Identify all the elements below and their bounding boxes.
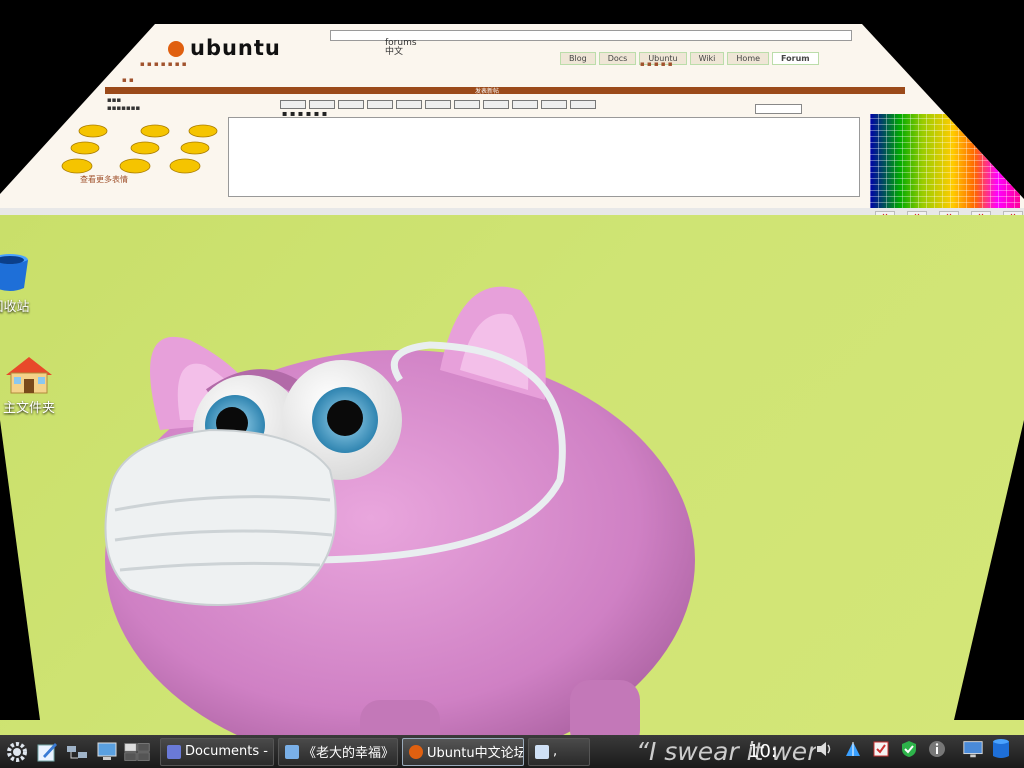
breadcrumb[interactable]: ▪ ▪ xyxy=(122,76,134,84)
kde-menu-button[interactable] xyxy=(4,739,30,765)
desktop-pager[interactable] xyxy=(124,739,150,765)
url-button[interactable] xyxy=(541,100,567,109)
nav-links-line[interactable]: ▪ ▪ ▪ ▪ ▪ ▪ ▪ xyxy=(140,60,187,68)
message-textarea[interactable] xyxy=(228,117,860,197)
computer-icon xyxy=(97,742,117,760)
pager-icon xyxy=(124,742,150,761)
tab-docs[interactable]: Docs xyxy=(598,52,637,65)
ubuntu-circle-icon xyxy=(168,41,184,57)
task-label: Documents - D xyxy=(185,744,274,759)
quote-applet: “I swear it were xyxy=(636,737,816,766)
task-label: , xyxy=(553,744,558,759)
home-folder-icon xyxy=(6,357,52,394)
list-button[interactable] xyxy=(425,100,451,109)
folder-icon xyxy=(285,744,299,759)
bbcode-toolbar xyxy=(280,100,596,109)
monitor-icon[interactable] xyxy=(962,738,984,760)
pig-wallpaper-image xyxy=(104,286,695,735)
cube-app-icon xyxy=(167,744,181,759)
list-ordered-button[interactable] xyxy=(454,100,480,109)
network-icon xyxy=(67,745,87,758)
desktop-icon-home[interactable]: 主文件夹 xyxy=(2,355,56,416)
post-sidebar-text: ▪▪▪ ▪▪▪▪▪▪▪ xyxy=(107,96,141,112)
updates-icon[interactable] xyxy=(870,738,892,760)
insert-button[interactable] xyxy=(570,100,596,109)
forums-subtitle: 中文 xyxy=(385,47,404,57)
task-label: 《老大的幸福》 xyxy=(303,746,395,761)
bold-button[interactable] xyxy=(280,100,306,109)
user-links-line[interactable]: ▪ ▪ ▪ ▪ ▪ xyxy=(640,60,673,68)
network-launcher[interactable] xyxy=(64,739,90,765)
quote-button[interactable] xyxy=(367,100,393,109)
cube-edge-right xyxy=(954,420,1024,720)
task-firefox[interactable]: Ubuntu中文论坛 xyxy=(402,737,524,766)
editor-launcher[interactable] xyxy=(34,739,60,765)
tab-blog[interactable]: Blog xyxy=(560,52,596,65)
task-label: Ubuntu中文论坛 xyxy=(427,746,524,761)
tab-forum[interactable]: Forum xyxy=(772,52,819,65)
code-button[interactable] xyxy=(396,100,422,109)
more-smilies-link[interactable]: 查看更多表情 xyxy=(80,174,128,185)
cube-edge-left xyxy=(0,420,40,720)
desktop-icon-trash[interactable]: 回收站 xyxy=(0,250,32,315)
post-header-bar: 发表新帖 xyxy=(105,87,905,95)
ubuntu-logo[interactable]: ubuntu xyxy=(168,36,281,60)
window-bottom-strip xyxy=(0,208,1024,216)
browser-window[interactable]: ubuntu forums 中文 Blog Docs Ubuntu Wiki Ho… xyxy=(0,24,1024,219)
site-tabs: Blog Docs Ubuntu Wiki Home Forum xyxy=(560,52,819,65)
shield-icon[interactable] xyxy=(898,738,920,760)
desktop-icon-label: 回收站 xyxy=(0,300,30,315)
image-button[interactable] xyxy=(512,100,538,109)
computer-launcher[interactable] xyxy=(94,739,120,765)
desktop-wallpaper[interactable]: 回收站 主文件夹 xyxy=(0,215,1024,735)
font-size-select[interactable] xyxy=(755,104,802,114)
tab-home[interactable]: Home xyxy=(727,52,770,65)
network-icon[interactable] xyxy=(842,738,864,760)
list-item-button[interactable] xyxy=(483,100,509,109)
forums-label: forums 中文 xyxy=(385,39,417,57)
task-folder[interactable]: 《老大的幸福》 xyxy=(278,737,398,766)
tab-wiki[interactable]: Wiki xyxy=(689,52,725,65)
trash-icon xyxy=(0,254,28,291)
firefox-icon xyxy=(409,744,423,759)
gear-icon xyxy=(7,741,27,762)
storage-icon[interactable] xyxy=(990,738,1012,760)
italic-button[interactable] xyxy=(309,100,335,109)
dialog-icon xyxy=(535,744,549,759)
volume-icon[interactable] xyxy=(814,738,836,760)
underline-button[interactable] xyxy=(338,100,364,109)
task-dialog[interactable]: , xyxy=(528,737,590,766)
text-editor-icon xyxy=(37,742,57,761)
task-documents[interactable]: Documents - D xyxy=(160,737,274,766)
post-header-text: 发表新帖 xyxy=(475,88,500,95)
desktop-icon-label: 主文件夹 xyxy=(2,401,55,416)
clock[interactable]: 10: xyxy=(748,741,777,762)
system-tray xyxy=(814,738,1012,760)
info-icon[interactable] xyxy=(926,738,948,760)
logo-text: ubuntu xyxy=(190,36,281,60)
